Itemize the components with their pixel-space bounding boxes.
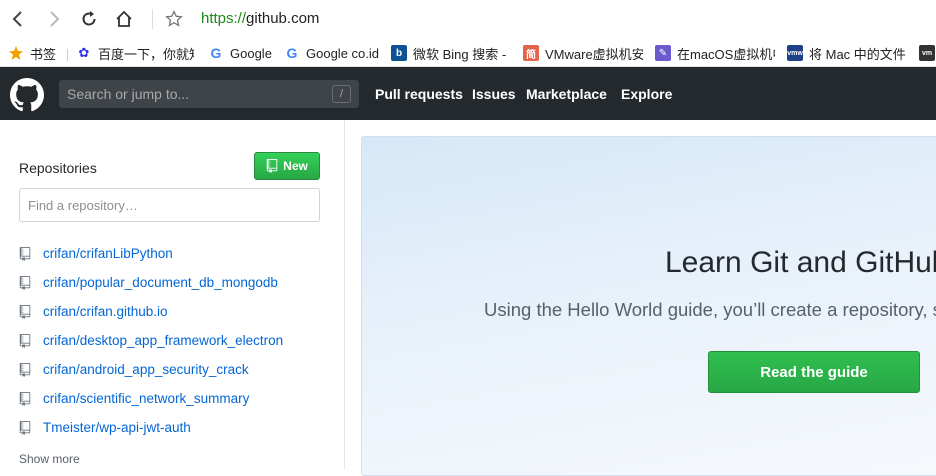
back-arrow-icon [12,11,22,27]
repo-list-item: crifan/crifan.github.io [19,297,339,326]
repo-link[interactable]: crifan/crifan.github.io [43,304,168,319]
reload-button[interactable] [76,6,102,32]
repo-icon [19,362,31,377]
url-host: github.com [246,10,320,27]
star-icon [8,45,24,61]
new-button-label: New [283,159,308,173]
read-the-guide-button[interactable]: Read the guide [708,351,920,393]
vmware-icon: vmw [787,45,803,61]
bookmark-divider [67,49,68,61]
bookmark-star-button[interactable] [161,6,187,32]
bookmark-label: 在macOS虚拟机中 [677,46,775,62]
bookmark-label: 百度一下，你就知 [98,46,194,62]
bookmark-label: VMware虚拟机安 [545,46,643,62]
bookmark-label: 将 Mac 中的文件 [809,46,906,62]
learn-git-hero: Learn Git and GitHub Using the Hello Wor… [361,136,936,476]
repo-link[interactable]: crifan/crifanLibPython [43,246,173,261]
hero-subtitle: Using the Hello World guide, you’ll crea… [484,299,936,320]
nav-marketplace[interactable]: Marketplace [526,86,607,102]
google-g-icon: G [210,45,222,61]
bookmark-vmware-install[interactable]: 简 VMware虚拟机安 [523,44,643,62]
pen-icon: ✎ [655,45,671,61]
nav-issues[interactable]: Issues [472,86,516,102]
repo-icon [19,246,31,261]
baidu-paw-icon: ✿ [78,45,90,60]
bing-icon: b [391,45,407,61]
bookmark-baidu[interactable]: ✿ 百度一下，你就知 [76,44,194,62]
bookmark-label: 书签 [30,46,57,62]
hero-title: Learn Git and GitHub [665,246,936,279]
repositories-heading: Repositories [19,160,97,176]
bookmarks-bar: 书签 ✿ 百度一下，你就知 G Google G Google co.id b … [0,38,936,67]
star-outline-icon [165,9,183,27]
vmware-icon: vm [919,45,935,61]
repo-link[interactable]: crifan/desktop_app_framework_electron [43,333,283,348]
bookmark-bing[interactable]: b 微软 Bing 搜索 - [391,44,511,62]
bookmark-label: Google [230,45,272,61]
repo-list-item: crifan/scientific_network_summary [19,384,339,413]
address-bar[interactable]: https://github.com [201,10,319,27]
jianshu-icon: 简 [523,45,539,61]
repositories-sidebar: Repositories New crifan/crifanLibPythonc… [0,120,345,469]
toolbar-divider [152,9,153,29]
find-repository-input[interactable] [19,188,320,222]
bookmark-google-coid[interactable]: G Google co.id [284,44,384,62]
show-more-link[interactable]: Show more [19,452,80,466]
repo-icon [19,391,31,406]
github-search: / [59,80,359,108]
reload-icon [82,11,96,26]
repo-link[interactable]: crifan/popular_document_db_mongodb [43,275,278,290]
bookmark-mac-files[interactable]: vmw 将 Mac 中的文件 [787,44,909,62]
repo-icon [19,304,31,319]
search-shortcut-badge: / [332,85,351,103]
repo-icon [19,420,31,435]
bookmark-macos-vm[interactable]: ✎ 在macOS虚拟机中 [655,44,775,62]
repo-link[interactable]: Tmeister/wp-api-jwt-auth [43,420,191,435]
repo-list-item: crifan/popular_document_db_mongodb [19,268,339,297]
bookmark-google[interactable]: G Google [208,44,278,62]
new-repository-button[interactable]: New [254,152,320,180]
nav-pull-requests[interactable]: Pull requests [375,86,463,102]
nav-explore[interactable]: Explore [621,86,672,102]
forward-button[interactable] [41,6,67,32]
repo-icon [266,159,278,173]
back-button[interactable] [5,6,31,32]
bookmark-overflow[interactable]: vm [919,44,936,62]
github-octocat-icon[interactable] [10,78,44,112]
github-header: / Pull requests Issues Marketplace Explo… [0,67,936,120]
repo-link[interactable]: crifan/android_app_security_crack [43,362,249,377]
bookmark-folder[interactable]: 书签 [8,44,64,62]
google-g-icon: G [286,45,298,61]
forward-arrow-icon [50,11,60,27]
browser-toolbar: https://github.com [0,0,936,38]
bookmark-label: Google co.id [306,45,379,61]
repo-link[interactable]: crifan/scientific_network_summary [43,391,249,406]
url-scheme: https:// [201,10,247,27]
repo-list-item: Tmeister/wp-api-jwt-auth [19,413,339,442]
repo-icon [19,275,31,290]
bookmark-label: 微软 Bing 搜索 - [413,46,507,62]
main-content: Learn Git and GitHub Using the Hello Wor… [345,120,936,476]
home-button[interactable] [111,6,137,32]
home-icon [116,10,132,27]
repo-list-item: crifan/android_app_security_crack [19,355,339,384]
repo-list-item: crifan/crifanLibPython [19,239,339,268]
repo-icon [19,333,31,348]
search-input[interactable] [59,80,329,108]
repository-list: crifan/crifanLibPython crifan/popular_doc… [19,239,339,442]
repo-list-item: crifan/desktop_app_framework_electron [19,326,339,355]
